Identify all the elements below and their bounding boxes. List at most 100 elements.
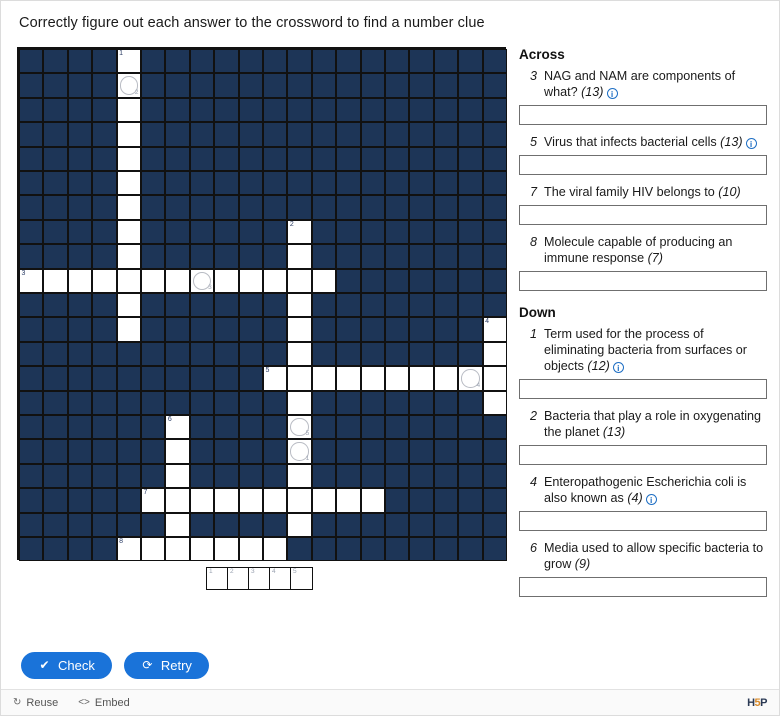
crossword-cell-open[interactable]	[238, 488, 263, 513]
crossword-cell-open[interactable]	[116, 244, 141, 269]
crossword-cell-open[interactable]	[43, 268, 68, 293]
answer-input-across-5[interactable]	[519, 155, 767, 175]
crossword-cell-open[interactable]	[433, 366, 459, 391]
crossword-cell-open[interactable]: 1	[116, 49, 141, 74]
crossword-cell-open[interactable]	[263, 537, 288, 562]
answer-input-across-3[interactable]	[519, 105, 767, 125]
clue-length: (12)	[587, 359, 610, 373]
crossword-cell-open[interactable]	[189, 488, 215, 513]
info-icon[interactable]: i	[612, 362, 624, 373]
answer-input-down-4[interactable]	[519, 511, 767, 531]
answer-input-across-8[interactable]	[519, 271, 767, 291]
solution-cell[interactable]: 2	[228, 568, 249, 589]
crossword-cell-open[interactable]	[287, 463, 312, 489]
crossword-cell-open[interactable]	[360, 366, 385, 391]
crossword-cell-open[interactable]	[214, 537, 239, 562]
crossword-cell-open[interactable]	[165, 268, 190, 293]
crossword-cell-open[interactable]	[214, 488, 239, 513]
crossword-cell-open[interactable]: 5	[263, 366, 288, 391]
crossword-cell-open[interactable]	[116, 268, 141, 293]
crossword-cell-open[interactable]	[336, 366, 361, 391]
crossword-cell-open[interactable]: 5	[287, 415, 312, 440]
crossword-cell-blocked	[311, 195, 337, 220]
check-button[interactable]: ✔ Check	[21, 652, 112, 679]
crossword-cell-open[interactable]	[360, 488, 385, 513]
crossword-cell-open[interactable]	[287, 512, 312, 537]
crossword-cell-open[interactable]	[189, 537, 215, 562]
crossword-cell-open[interactable]: 2	[287, 219, 312, 245]
crossword-cell-open[interactable]	[482, 366, 507, 391]
crossword-cell-open[interactable]	[116, 146, 141, 171]
crossword-cell-open[interactable]	[116, 171, 141, 196]
crossword-cell-open[interactable]	[287, 390, 312, 415]
crossword-cell-open[interactable]	[165, 512, 190, 537]
crossword-cell-open[interactable]	[116, 317, 141, 342]
crossword-cell-blocked	[141, 122, 166, 147]
crossword-cell-open[interactable]	[287, 268, 312, 293]
solution-word-row[interactable]: 1 2 3 4 5	[206, 567, 313, 590]
crossword-cell-open[interactable]	[409, 366, 434, 391]
answer-input-down-2[interactable]	[519, 445, 767, 465]
crossword-cell-open[interactable]	[67, 268, 93, 293]
crossword-cell-open[interactable]	[287, 244, 312, 269]
info-icon[interactable]: i	[645, 494, 657, 505]
answer-input-across-7[interactable]	[519, 205, 767, 225]
crossword-cell-open[interactable]	[336, 488, 361, 513]
crossword-cell-blocked	[92, 463, 117, 489]
solution-cell[interactable]: 5	[291, 568, 312, 589]
answer-input-down-6[interactable]	[519, 577, 767, 597]
crossword-cell-open[interactable]	[482, 390, 507, 415]
crossword-cell-open[interactable]	[287, 366, 312, 391]
solution-cell[interactable]: 1	[207, 568, 228, 589]
embed-button[interactable]: <> Embed	[78, 697, 130, 709]
crossword-cell-open[interactable]	[263, 488, 288, 513]
crossword-cell-open[interactable]	[287, 341, 312, 367]
crossword-cell-open[interactable]: 1	[287, 439, 312, 464]
crossword-cell-open[interactable]: 6	[165, 415, 190, 440]
crossword-cell-open[interactable]	[287, 317, 312, 342]
crossword-cell-open[interactable]	[311, 488, 337, 513]
info-icon[interactable]: i	[745, 138, 757, 149]
crossword-cell-open[interactable]	[311, 366, 337, 391]
crossword-cell-open[interactable]	[165, 488, 190, 513]
clue-number-label: 4	[529, 475, 537, 489]
crossword-cell-open[interactable]	[116, 97, 141, 123]
crossword-cell-open[interactable]	[92, 268, 117, 293]
crossword-cell-open[interactable]	[116, 219, 141, 245]
crossword-cell-open[interactable]	[482, 341, 507, 367]
crossword-cell-open[interactable]: 3	[189, 268, 215, 293]
crossword-cell-open[interactable]	[214, 268, 239, 293]
crossword-cell-open[interactable]: 4	[458, 366, 483, 391]
crossword-cell-open[interactable]	[385, 366, 410, 391]
crossword-cell-open[interactable]	[238, 537, 263, 562]
crossword-cell-open[interactable]	[165, 537, 190, 562]
crossword-cell-blocked	[116, 439, 141, 464]
crossword-cell-open[interactable]	[116, 195, 141, 220]
crossword-cell-open[interactable]	[165, 463, 190, 489]
clue-text: Bacteria that play a role in oxygenating…	[544, 409, 762, 439]
crossword-cell-open[interactable]	[311, 268, 337, 293]
crossword-cell-blocked	[238, 122, 263, 147]
crossword-cell-open[interactable]: 4	[482, 317, 507, 342]
crossword-cell-open[interactable]	[116, 122, 141, 147]
crossword-cell-open[interactable]	[263, 268, 288, 293]
retry-button[interactable]: ⟳ Retry	[123, 652, 209, 679]
solution-cell[interactable]: 4	[270, 568, 291, 589]
crossword-cell-open[interactable]	[141, 537, 166, 562]
solution-cell[interactable]: 3	[249, 568, 270, 589]
crossword-cell-open[interactable]: 3	[19, 268, 44, 293]
crossword-cell-open[interactable]	[238, 268, 263, 293]
reuse-button[interactable]: ↻ Reuse	[13, 697, 58, 709]
info-icon[interactable]: i	[606, 88, 618, 99]
crossword-grid[interactable]: 1 2 2 3 3 4 5 4 6 5 1 7 8	[17, 47, 507, 562]
crossword-cell-open[interactable]	[141, 268, 166, 293]
crossword-cell-open[interactable]	[165, 439, 190, 464]
retry-button-label: Retry	[160, 658, 192, 673]
crossword-cell-open[interactable]: 2	[116, 73, 141, 98]
crossword-cell-open[interactable]: 7	[141, 488, 166, 513]
crossword-cell-open[interactable]: 8	[116, 537, 141, 562]
crossword-cell-open[interactable]	[287, 293, 312, 318]
answer-input-down-1[interactable]	[519, 379, 767, 399]
crossword-cell-open[interactable]	[116, 293, 141, 318]
crossword-cell-open[interactable]	[287, 488, 312, 513]
